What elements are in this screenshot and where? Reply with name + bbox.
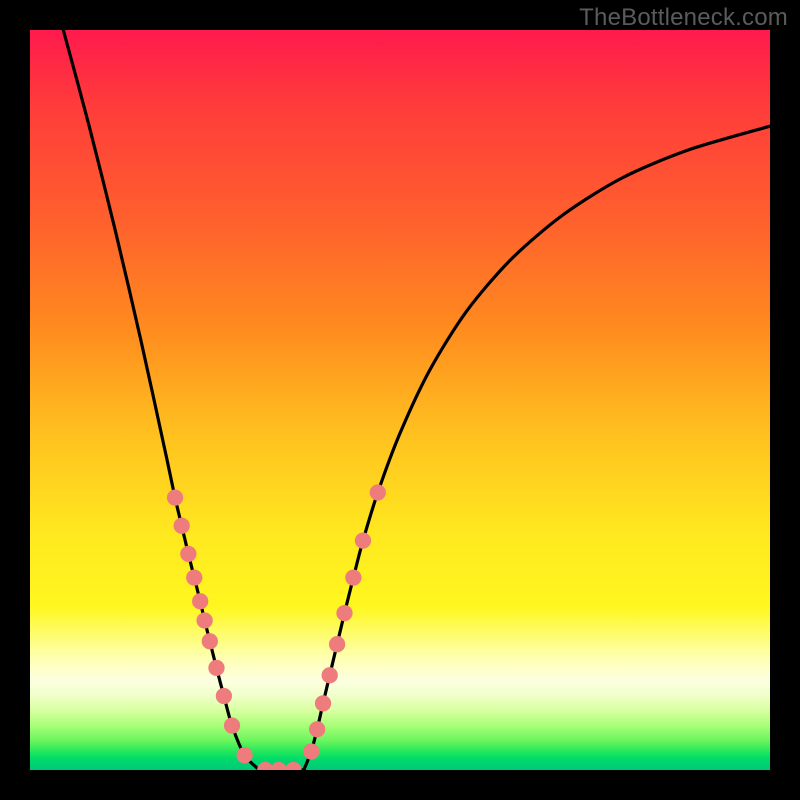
chart-container: TheBottleneck.com	[0, 0, 800, 800]
data-marker	[180, 546, 196, 562]
data-marker	[224, 717, 240, 733]
data-marker	[186, 569, 202, 585]
data-marker	[345, 569, 361, 585]
markers-left	[167, 490, 253, 764]
data-marker	[167, 490, 183, 506]
data-marker	[322, 667, 338, 683]
watermark-text: TheBottleneck.com	[579, 4, 788, 32]
data-marker	[202, 633, 218, 649]
data-marker	[285, 762, 301, 770]
data-marker	[197, 612, 213, 628]
plot-area	[30, 30, 770, 770]
data-marker	[355, 532, 371, 548]
data-marker	[303, 743, 319, 759]
data-marker	[315, 695, 331, 711]
data-marker	[336, 605, 352, 621]
data-marker	[309, 721, 325, 737]
data-marker	[370, 484, 386, 500]
bottleneck-curve	[63, 30, 770, 770]
data-marker	[236, 747, 252, 763]
data-marker	[174, 518, 190, 534]
data-marker	[271, 762, 287, 770]
markers-right	[303, 484, 386, 759]
data-marker	[192, 593, 208, 609]
chart-svg	[30, 30, 770, 770]
data-marker	[216, 688, 232, 704]
data-marker	[329, 636, 345, 652]
markers-valley	[257, 762, 301, 770]
data-marker	[208, 660, 224, 676]
